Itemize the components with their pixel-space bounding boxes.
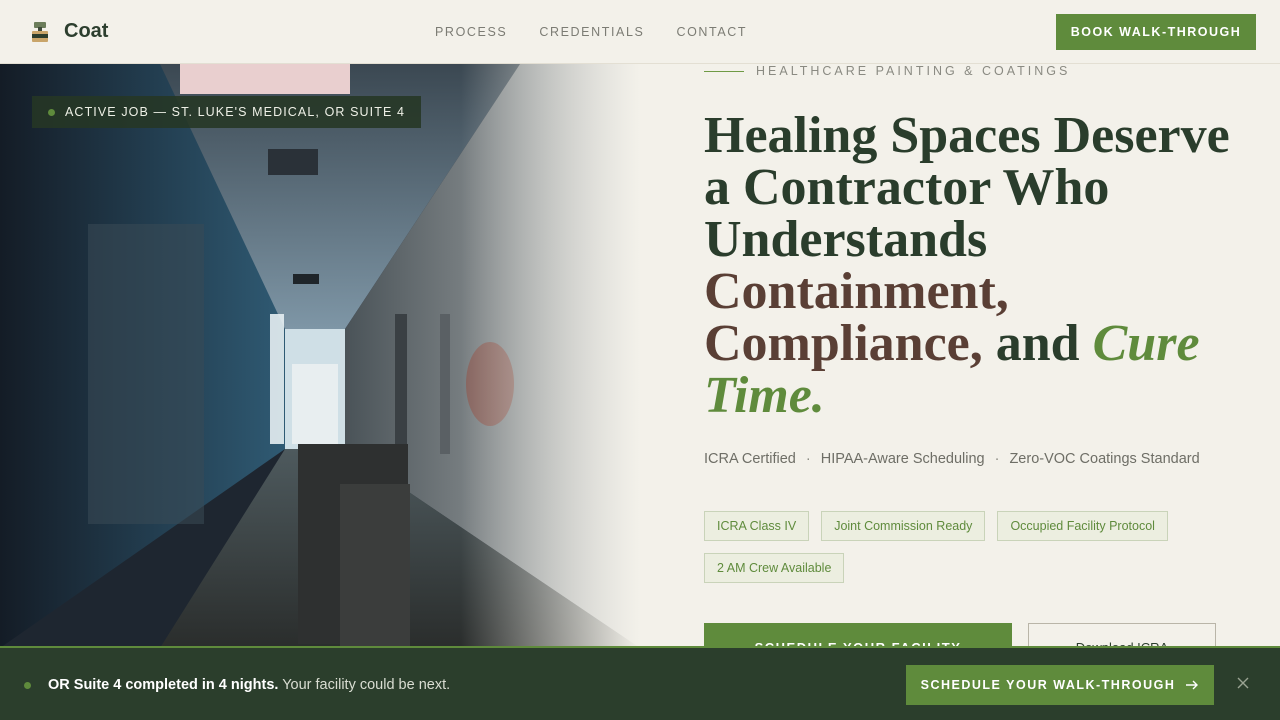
tag-list: ICRA Class IV Joint Commission Ready Occ… (704, 511, 1224, 583)
active-job-label: ACTIVE JOB — ST. LUKE'S MEDICAL, OR SUIT… (65, 105, 406, 119)
eyebrow: HEALTHCARE PAINTING & COATINGS (704, 64, 1070, 78)
close-x-icon (1237, 677, 1249, 689)
headline-line-1: Healing Spaces Deserve (704, 107, 1230, 164)
hallway-photo (0, 64, 640, 648)
separator: · (805, 451, 811, 467)
credential-hipaa: HIPAA-Aware Scheduling (820, 451, 985, 467)
credential-icra: ICRA Certified (704, 451, 796, 467)
hero-hallway-image: ACTIVE JOB — ST. LUKE'S MEDICAL, OR SUIT… (0, 64, 640, 648)
headline-line-4: Containment, (704, 263, 1009, 320)
headline-line-2: a Contractor Who (704, 159, 1110, 216)
book-walkthrough-button[interactable]: BOOK WALK-THROUGH (1056, 14, 1256, 50)
schedule-walkthrough-button[interactable]: SCHEDULE YOUR WALK-THROUGH (906, 665, 1214, 705)
separator: · (994, 451, 1000, 467)
headline-cure: Cure (1092, 315, 1200, 372)
close-icon[interactable] (1234, 675, 1252, 693)
active-job-badge: ACTIVE JOB — ST. LUKE'S MEDICAL, OR SUIT… (32, 96, 422, 128)
paint-bucket-logo-icon (32, 21, 48, 42)
credential-zero-voc: Zero-VOC Coatings Standard (1009, 451, 1200, 467)
main-nav: PROCESS CREDENTIALS CONTACT (435, 25, 747, 39)
tag-joint-commission: Joint Commission Ready (821, 511, 986, 541)
tag-icra-class-iv: ICRA Class IV (704, 511, 810, 541)
headline-time: Time. (704, 367, 825, 424)
headline-compliance: Compliance, (704, 315, 983, 372)
banner-bold-text: OR Suite 4 completed in 4 nights. (48, 677, 279, 693)
brand[interactable]: Coat (30, 20, 108, 43)
hero-headline: Healing Spaces Deserve a Contractor Who … (704, 110, 1244, 422)
arrow-right-icon (1186, 680, 1199, 690)
nav-credentials[interactable]: CREDENTIALS (539, 25, 644, 39)
credentials-line: ICRA Certified · HIPAA-Aware Scheduling … (704, 451, 1200, 467)
tag-2am-crew: 2 AM Crew Available (704, 553, 845, 583)
banner-message: OR Suite 4 completed in 4 nights. Your f… (48, 677, 450, 693)
headline-line-3: Understands (704, 211, 988, 268)
headline-and: and (995, 315, 1080, 372)
nav-process[interactable]: PROCESS (435, 25, 507, 39)
nav-contact[interactable]: CONTACT (676, 25, 747, 39)
eyebrow-text: HEALTHCARE PAINTING & COATINGS (756, 64, 1071, 78)
eyebrow-rule (704, 70, 744, 72)
bottom-banner: OR Suite 4 completed in 4 nights. Your f… (0, 646, 1280, 720)
status-dot-icon (48, 108, 55, 116)
schedule-walkthrough-label: SCHEDULE YOUR WALK-THROUGH (920, 678, 1176, 692)
brand-name: Coat (64, 20, 109, 42)
banner-status-dot-icon (24, 682, 31, 689)
banner-text: Your facility could be next. (282, 677, 451, 693)
tag-occupied-facility: Occupied Facility Protocol (997, 511, 1168, 541)
site-header: Coat PROCESS CREDENTIALS CONTACT BOOK WA… (0, 0, 1280, 64)
